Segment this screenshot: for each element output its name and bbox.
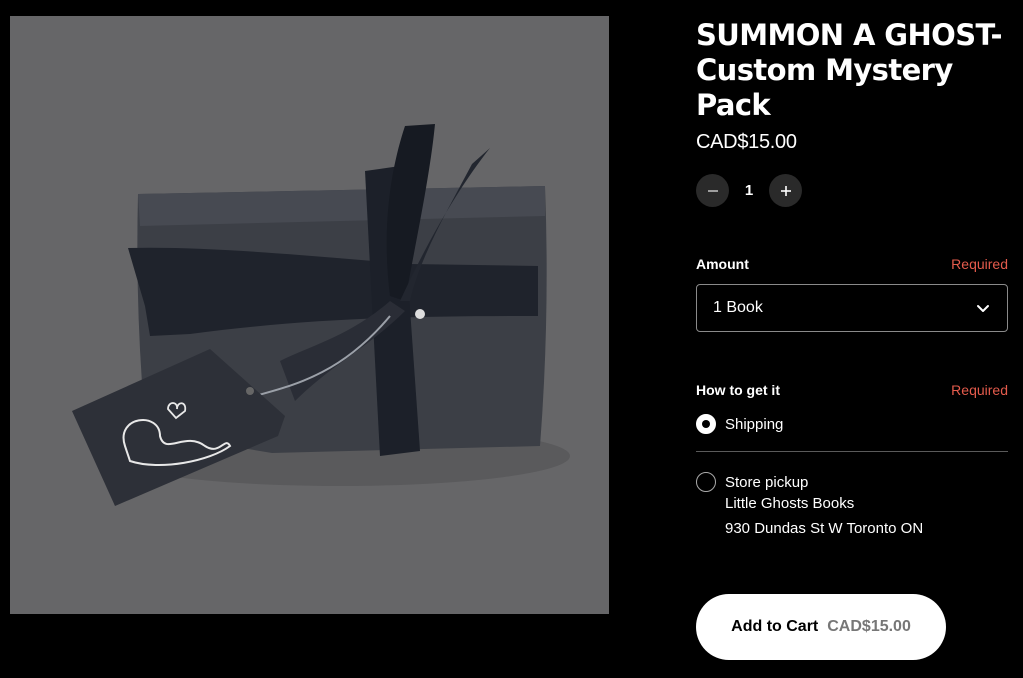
divider	[696, 451, 1008, 452]
store-name: Little Ghosts Books	[725, 495, 855, 512]
shipping-label: Shipping	[725, 415, 784, 433]
minus-icon	[707, 189, 718, 192]
fulfillment-header: How to get it Required	[696, 382, 1008, 398]
add-to-cart-label: Add to Cart	[731, 618, 819, 635]
chevron-down-icon	[977, 305, 989, 312]
amount-selected-value: 1 Book	[713, 299, 763, 316]
quantity-stepper: 1	[696, 174, 1008, 207]
product-info: SUMMON A GHOST- Custom Mystery Pack CAD$…	[696, 18, 1008, 660]
add-to-cart-price: CAD$15.00	[827, 618, 911, 635]
increment-button[interactable]	[769, 174, 802, 207]
shipping-option[interactable]: Shipping	[696, 414, 1008, 434]
store-pickup-radio[interactable]	[696, 472, 716, 492]
amount-required: Required	[951, 256, 1008, 272]
gift-package-illustration	[72, 124, 570, 506]
product-title: SUMMON A GHOST- Custom Mystery Pack	[696, 18, 1002, 122]
amount-select[interactable]: 1 Book	[696, 284, 1008, 332]
product-price: CAD$15.00	[696, 131, 797, 153]
amount-label: Amount	[696, 256, 749, 272]
fulfillment-required: Required	[951, 382, 1008, 398]
store-pickup-label: Store pickup	[725, 473, 809, 491]
quantity-value: 1	[744, 182, 754, 199]
fulfillment-label: How to get it	[696, 382, 780, 398]
store-details: Little Ghosts Books 930 Dundas St W Toro…	[725, 491, 1008, 541]
add-to-cart-button[interactable]: Add to Cart CAD$15.00	[696, 594, 946, 660]
store-pickup-option[interactable]: Store pickup	[696, 472, 1008, 492]
decrement-button[interactable]	[696, 174, 729, 207]
amount-header: Amount Required	[696, 256, 1008, 272]
product-image	[10, 16, 609, 614]
plus-icon	[780, 185, 791, 196]
store-address: 930 Dundas St W Toronto ON	[725, 520, 924, 537]
shipping-radio[interactable]	[696, 414, 716, 434]
